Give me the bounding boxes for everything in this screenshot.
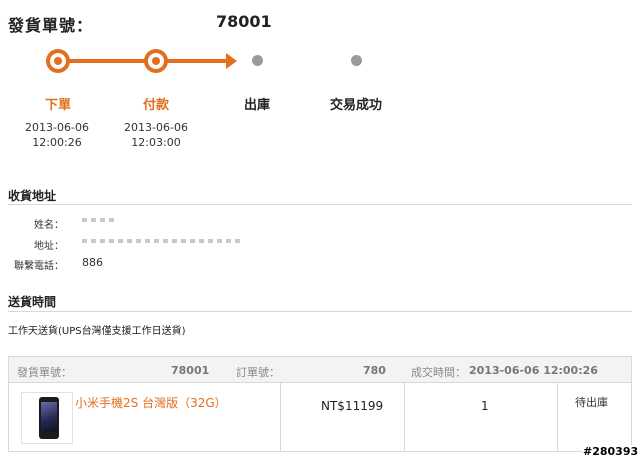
cell-divider <box>280 383 281 451</box>
step-shipment-label: 出庫 <box>243 98 270 113</box>
ship-number-value: 78001 <box>171 364 210 377</box>
step-order-date: 2013-06-06 <box>25 121 89 134</box>
step-order-label: 下單 <box>44 98 71 113</box>
step-payment-time: 12:03:00 <box>131 136 181 149</box>
shipping-address-title: 收貨地址 <box>8 189 57 203</box>
phone-label: 聯繫電話： <box>14 261 64 272</box>
product-name-link[interactable]: 小米手機2S 台灣版（32G） <box>75 394 227 411</box>
step-order-time: 12:00:26 <box>32 136 82 149</box>
recipient-name-redacted <box>82 218 116 222</box>
address-redacted <box>82 239 244 243</box>
step-payment-date: 2013-06-06 <box>124 121 188 134</box>
phone-image-icon <box>39 397 59 439</box>
step-order-done-icon <box>46 49 70 73</box>
recipient-name-label: 姓名： <box>34 220 64 231</box>
deal-time-label: 成交時間： <box>411 366 466 379</box>
order-items-table: 發貨單號： 78001 訂單號： 780 成交時間： 2013-06-06 12… <box>8 356 632 452</box>
cell-divider <box>404 383 405 451</box>
order-number-value: 780 <box>363 364 386 377</box>
address-label: 地址： <box>34 241 64 252</box>
order-status: 待出庫 <box>575 396 608 409</box>
product-price: NT$11199 <box>321 399 384 413</box>
image-watermark: #280393 <box>582 445 640 458</box>
order-number-label: 發貨單號： <box>8 16 94 35</box>
product-quantity: 1 <box>481 399 489 413</box>
step-complete-pending-icon <box>351 55 362 66</box>
step-payment-label: 付款 <box>142 98 169 113</box>
section-divider <box>8 204 632 205</box>
step-complete-label: 交易成功 <box>329 98 382 113</box>
order-number-value: 78001 <box>216 12 272 31</box>
ship-number-label: 發貨單號： <box>17 366 72 379</box>
deal-time-value: 2013-06-06 12:00:26 <box>469 364 598 377</box>
delivery-time-title: 送貨時間 <box>8 295 57 309</box>
section-divider <box>8 311 632 312</box>
delivery-time-text: 工作天送貨(UPS台灣僅支援工作日送貨) <box>8 326 186 337</box>
phone-value: 886 <box>82 256 103 269</box>
order-table-header: 發貨單號： 78001 訂單號： 780 成交時間： 2013-06-06 12… <box>9 357 631 383</box>
cell-divider <box>557 383 558 451</box>
progress-track-line <box>58 59 228 63</box>
order-number-label: 訂單號： <box>236 366 280 379</box>
progress-arrow-icon <box>226 53 237 69</box>
step-shipment-pending-icon <box>252 55 263 66</box>
product-thumbnail[interactable] <box>21 392 73 444</box>
step-payment-done-icon <box>144 49 168 73</box>
